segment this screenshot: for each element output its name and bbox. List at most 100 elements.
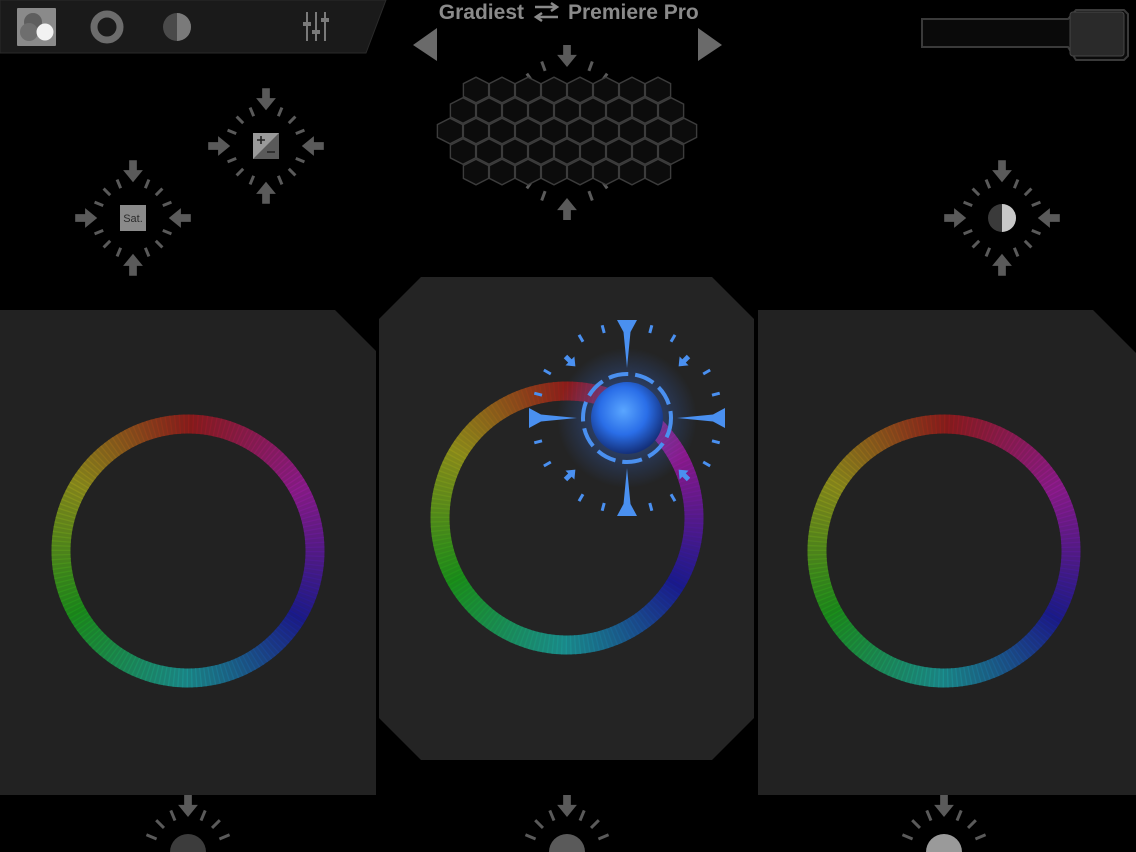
hex-cell — [644, 76, 672, 104]
dial-tick — [648, 502, 654, 512]
contrast-dial[interactable] — [944, 160, 1060, 276]
dial-tick — [648, 324, 654, 334]
hex-cell — [579, 137, 607, 166]
dial-tick — [534, 819, 545, 830]
hex-cell — [631, 96, 659, 125]
dial-arrow-icon — [123, 253, 143, 276]
hex-cell — [488, 117, 516, 145]
hex-cell — [475, 96, 503, 125]
luma-knob[interactable] — [549, 834, 585, 852]
dial-tick — [984, 178, 992, 189]
half-circle-icon — [988, 204, 1016, 232]
dial-tick — [600, 502, 606, 512]
hex-cell — [540, 117, 568, 145]
hex-cell — [540, 76, 568, 104]
dial-tick — [218, 833, 231, 841]
hex-cell — [501, 96, 529, 125]
dial-tick — [162, 200, 173, 208]
dial-arrow-icon — [208, 136, 231, 156]
saturation-dial[interactable]: Sat. — [75, 160, 191, 276]
dial-tick — [102, 187, 112, 197]
dial-arrow-icon — [992, 160, 1012, 183]
dial-tick — [578, 809, 586, 822]
dial-tick — [984, 247, 992, 258]
hex-cell — [436, 117, 464, 145]
hex-cell — [657, 96, 685, 125]
dial-tick — [1031, 228, 1042, 236]
wheel-panels — [0, 277, 1136, 795]
overlapping-circles-icon — [36, 23, 54, 41]
tab-mixer[interactable] — [303, 12, 329, 41]
dial-arrow-icon — [75, 208, 98, 228]
dial-arrow-icon — [256, 181, 276, 204]
dial-tick — [93, 228, 104, 236]
hex-cell — [553, 137, 581, 166]
dial-tick — [587, 190, 594, 202]
dial-tick — [169, 809, 177, 822]
puck-ball — [591, 382, 663, 454]
luma-knob[interactable] — [170, 834, 206, 852]
hex-cell — [618, 158, 646, 186]
dial-tick — [93, 200, 104, 208]
dial-tick — [143, 247, 151, 258]
hex-cell — [449, 137, 477, 166]
dial-tick — [925, 809, 933, 822]
dial-tick — [1012, 178, 1020, 189]
hex-cell — [592, 117, 620, 145]
hex-cell — [514, 158, 542, 186]
hexagon-grid-control[interactable] — [436, 45, 698, 220]
dial-arrow-icon — [123, 160, 143, 183]
dial-tick — [287, 115, 297, 125]
dial-tick — [1023, 239, 1033, 249]
hex-cell — [501, 137, 529, 166]
dial-arrow-icon — [934, 795, 954, 817]
next-preset-button[interactable] — [698, 28, 722, 61]
hex-cell — [462, 117, 490, 145]
dial-arrow-icon — [557, 198, 577, 220]
hex-cell — [566, 76, 594, 104]
dial-tick — [589, 819, 600, 830]
hex-cell — [657, 137, 685, 166]
exposure-dial[interactable] — [208, 88, 324, 204]
dial-tick — [102, 239, 112, 249]
dial-tick — [162, 228, 173, 236]
dial-tick — [248, 175, 256, 186]
hex-cell — [605, 96, 633, 125]
dial-tick — [597, 833, 610, 841]
dial-tick — [966, 819, 977, 830]
luma-knob[interactable] — [926, 834, 962, 852]
dial-tick — [540, 60, 547, 72]
dial-tick — [911, 819, 922, 830]
dial-tick — [524, 833, 537, 841]
bottom-luma-dials — [145, 795, 987, 852]
dial-tick — [295, 156, 306, 164]
dial-tick — [901, 833, 914, 841]
dial-arrow-icon — [256, 88, 276, 111]
saturation-label: Sat. — [123, 213, 143, 225]
dial-tick — [533, 439, 543, 445]
hex-cell — [449, 96, 477, 125]
tab-color-wheels[interactable] — [17, 8, 56, 46]
gradiest-ui: Gradiest Premiere Pro Sat. — [0, 0, 1136, 852]
dial-arrow-icon — [557, 795, 577, 817]
tab-contrast[interactable] — [163, 13, 191, 41]
hex-cell — [527, 96, 555, 125]
prev-preset-button[interactable] — [413, 28, 437, 61]
dial-arrow-icon — [301, 136, 324, 156]
dial-tick — [276, 175, 284, 186]
dial-tick — [154, 187, 164, 197]
dial-tick — [1012, 247, 1020, 258]
dial-tick — [199, 809, 207, 822]
swap-arrows-icon — [533, 1, 560, 23]
dial-tick — [1031, 200, 1042, 208]
dial-tick — [143, 178, 151, 189]
dial-tick — [235, 167, 245, 177]
dial-tick — [210, 819, 221, 830]
dial-arrow-icon — [178, 795, 198, 817]
plus-minus-icon — [253, 133, 279, 159]
dial-arrow-icon — [992, 253, 1012, 276]
slider-thumb[interactable] — [1069, 11, 1125, 57]
hexagon-grid-icon — [436, 76, 698, 186]
dial-arrow-icon — [944, 208, 967, 228]
master-slider[interactable] — [921, 9, 1129, 61]
